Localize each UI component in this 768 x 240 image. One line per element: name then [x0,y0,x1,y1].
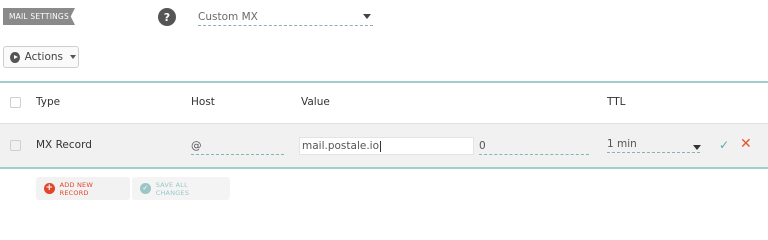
remove-close-icon[interactable]: ✕ [740,136,752,152]
record-type: MX Record [36,139,92,151]
text-cursor [380,140,382,152]
column-header-value: Value [301,96,330,108]
value-field[interactable]: mail.postale.io [299,137,474,155]
host-field[interactable]: @ [191,137,284,155]
play-icon [10,51,20,63]
confirm-check-icon[interactable]: ✓ [719,138,729,152]
priority-field[interactable]: 0 [479,137,589,155]
add-new-record-label: ADD NEW RECORD [59,180,93,197]
table-bottom-border [0,167,768,169]
mail-settings-select[interactable]: Custom MX [198,8,373,26]
value-field-value: mail.postale.io [302,140,380,152]
actions-label: Actions [24,51,63,63]
save-all-changes-button[interactable]: ✓ SAVE ALL CHANGES [132,177,230,200]
column-header-ttl: TTL [607,96,626,108]
chevron-down-icon [70,55,76,59]
plus-icon: + [44,183,55,194]
column-header-host: Host [191,96,215,108]
priority-field-value: 0 [479,140,486,152]
help-icon[interactable]: ? [158,8,176,26]
row-checkbox[interactable] [10,140,21,151]
mail-settings-tag: MAIL SETTINGS [3,8,75,25]
check-icon: ✓ [140,183,151,194]
chevron-down-icon[interactable] [693,145,701,150]
add-new-record-button[interactable]: + ADD NEW RECORD [36,177,130,200]
host-field-value: @ [191,140,202,152]
select-all-checkbox[interactable] [10,97,21,108]
mail-settings-selected-value: Custom MX [198,10,258,23]
table-header-row: Type Host Value TTL [0,83,768,122]
table-row: MX Record @ mail.postale.io 0 1 min [0,123,768,167]
column-header-type: Type [36,96,61,108]
actions-button[interactable]: Actions [3,46,79,68]
chevron-down-icon [363,14,371,19]
save-all-changes-label: SAVE ALL CHANGES [155,180,190,197]
ttl-selected-value: 1 min [607,138,637,150]
ttl-select[interactable]: 1 min [607,135,700,153]
